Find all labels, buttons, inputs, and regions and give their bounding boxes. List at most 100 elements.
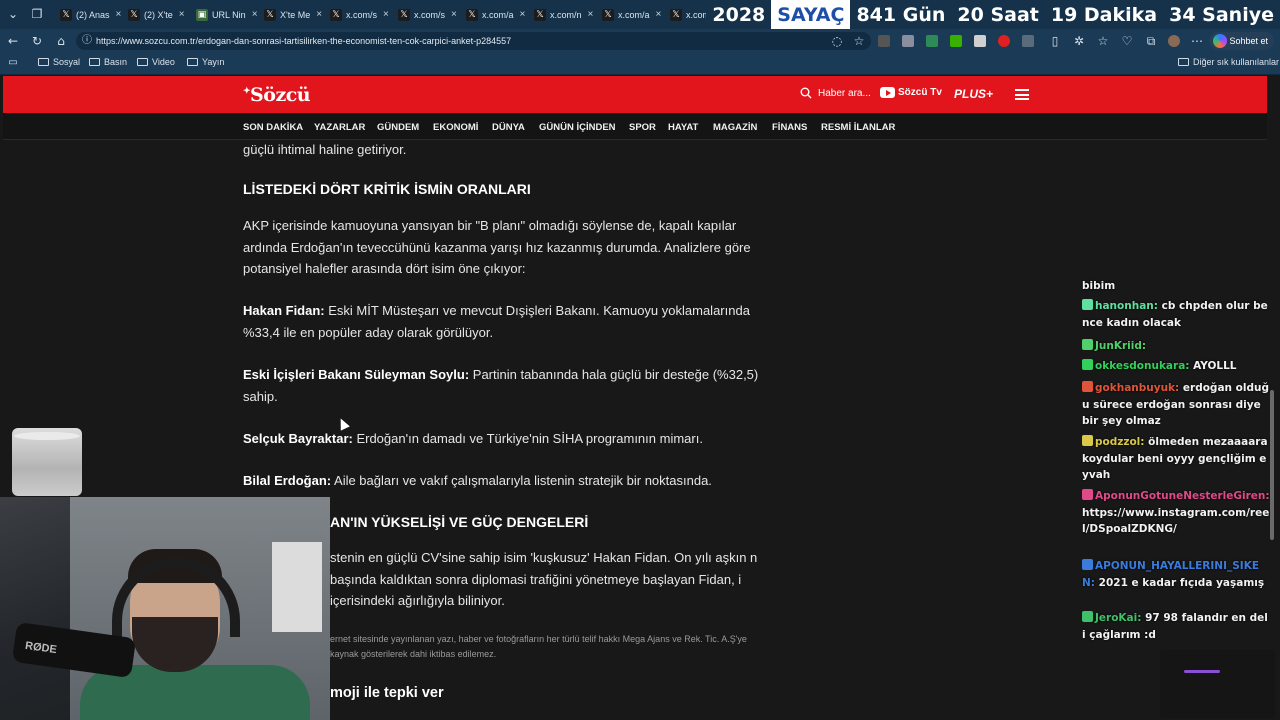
close-tab-icon[interactable]: × bbox=[316, 9, 322, 20]
nav-item[interactable]: DÜNYA bbox=[492, 122, 525, 133]
home-icon[interactable]: ⌂ bbox=[54, 34, 68, 48]
chat-username[interactable]: JeroKai: bbox=[1095, 612, 1141, 624]
chat-username[interactable]: AponunGotuneNesterleGiren: bbox=[1095, 490, 1270, 502]
user-badge-icon bbox=[1082, 381, 1093, 392]
nav-item[interactable]: GÜNÜN İÇİNDEN bbox=[539, 122, 616, 133]
bookmark-folder-sosyal[interactable]: Sosyal bbox=[38, 57, 80, 67]
browser-tab[interactable]: 𝕏 X'te Me × bbox=[260, 4, 326, 25]
chat-username[interactable]: JunKriid: bbox=[1095, 340, 1146, 352]
nav-item[interactable]: SON DAKİKA bbox=[243, 122, 303, 133]
search-icon[interactable] bbox=[800, 87, 812, 99]
close-tab-icon[interactable]: × bbox=[252, 9, 258, 20]
plus-link[interactable]: PLUS+ bbox=[954, 87, 993, 101]
chat-message: podzzol: ölmeden mezaaaara koydular beni… bbox=[1082, 434, 1270, 484]
browser-tab[interactable]: 𝕏x.com/n × bbox=[530, 4, 597, 25]
browser-tab[interactable]: 𝕏x.com/a × bbox=[462, 4, 529, 25]
chat-username[interactable]: hanonhan: bbox=[1095, 300, 1158, 312]
bookmark-folder-basin[interactable]: Basın bbox=[89, 57, 127, 67]
browser-tab[interactable]: 𝕏 (2) Anas × bbox=[56, 4, 125, 25]
browser-tab[interactable]: 𝕏x.com/a × bbox=[598, 4, 665, 25]
bookmark-folder-yayin[interactable]: Yayın bbox=[187, 57, 224, 67]
nav-item[interactable]: MAGAZİN bbox=[713, 122, 757, 133]
extension-icon[interactable] bbox=[950, 35, 962, 47]
nav-item[interactable]: SPOR bbox=[629, 122, 656, 133]
favorites-icon[interactable]: ☆ bbox=[1096, 34, 1110, 48]
nav-item[interactable]: YAZARLAR bbox=[314, 122, 365, 133]
chat-text: 2021 e kadar fıçıda yaşamış bbox=[1095, 576, 1265, 589]
workspaces-icon[interactable]: ❐ bbox=[30, 7, 44, 21]
x-icon: 𝕏 bbox=[128, 8, 140, 21]
reader-icon[interactable]: ◌ bbox=[830, 34, 844, 48]
tab-label: x.com/s bbox=[346, 9, 378, 20]
drinking-glass bbox=[12, 428, 82, 496]
chat-message: JunKriid: bbox=[1082, 338, 1270, 355]
chat-username[interactable]: gokhanbuyuk: bbox=[1095, 382, 1179, 394]
nav-item[interactable]: HAYAT bbox=[668, 122, 698, 133]
url-input[interactable]: https://www.sozcu.com.tr/erdogan-dan-son… bbox=[76, 32, 871, 50]
browser-tab[interactable]: 𝕏x.com/s × bbox=[326, 4, 393, 25]
close-tab-icon[interactable]: × bbox=[588, 9, 594, 20]
x-icon: 𝕏 bbox=[670, 8, 682, 21]
back-icon[interactable]: ← bbox=[6, 34, 20, 48]
extension-icon[interactable] bbox=[926, 35, 938, 47]
close-tab-icon[interactable]: × bbox=[451, 9, 457, 20]
other-bookmarks[interactable]: Diğer sık kullanılanlar bbox=[1178, 57, 1279, 67]
close-tab-icon[interactable]: × bbox=[656, 9, 662, 20]
browser-tab[interactable]: 𝕏 (2) X'te × bbox=[124, 4, 189, 25]
search-input[interactable]: Haber ara... bbox=[818, 88, 871, 99]
countdown-counter: 2028 SAYAÇ 841 Gün 20 Saat 19 Dakika 34 … bbox=[706, 0, 1280, 29]
site-info-icon[interactable]: ⓘ bbox=[80, 34, 94, 48]
browser-tab[interactable]: ▣ URL Nin × bbox=[192, 4, 262, 25]
user-badge-icon bbox=[1082, 299, 1093, 310]
browser-tab[interactable]: 𝕏x.com/s × bbox=[394, 4, 461, 25]
user-badge-icon bbox=[1082, 611, 1093, 622]
more-menu-icon[interactable]: ⋯ bbox=[1190, 34, 1204, 48]
refresh-icon[interactable]: ↻ bbox=[30, 34, 44, 48]
folder-icon bbox=[38, 58, 49, 66]
nav-item[interactable]: FİNANS bbox=[772, 122, 807, 133]
section-heading: AN'IN YÜKSELİŞİ VE GÜÇ DENGELERİ bbox=[330, 514, 589, 530]
close-tab-icon[interactable]: × bbox=[520, 9, 526, 20]
extension-icon[interactable] bbox=[1022, 35, 1034, 47]
extension-icon[interactable] bbox=[974, 35, 986, 47]
url-icon: ▣ bbox=[196, 8, 208, 21]
collections-icon[interactable]: ⧉ bbox=[1144, 34, 1158, 48]
performance-icon[interactable]: ♡ bbox=[1120, 34, 1134, 48]
sozcu-tv-link[interactable]: Sözcü Tv bbox=[880, 87, 942, 98]
chat-button-label: Sohbet et bbox=[1229, 36, 1268, 46]
tab-label: x.com/n bbox=[550, 9, 582, 20]
site-logo[interactable]: ✦Sözcü bbox=[243, 84, 311, 106]
bookmark-label: Video bbox=[152, 57, 175, 67]
close-tab-icon[interactable]: × bbox=[116, 9, 122, 20]
counter-seconds: 34 Saniye bbox=[1163, 0, 1280, 29]
nav-item[interactable]: RESMİ İLANLAR bbox=[821, 122, 895, 133]
split-screen-icon[interactable]: ▯ bbox=[1048, 34, 1062, 48]
bookmarks-menu-icon[interactable]: ▭ bbox=[6, 56, 20, 70]
nav-item[interactable]: EKONOMİ bbox=[433, 122, 478, 133]
chat-username[interactable]: podzzol: bbox=[1095, 436, 1144, 448]
extension-icon[interactable] bbox=[998, 35, 1010, 47]
close-tab-icon[interactable]: × bbox=[179, 9, 185, 20]
x-icon: 𝕏 bbox=[602, 8, 614, 21]
tab-label: (2) Anas bbox=[76, 9, 110, 20]
extension-icon[interactable] bbox=[878, 35, 890, 47]
copilot-chat-button[interactable]: Sohbet et bbox=[1209, 32, 1274, 50]
tab-list-icon[interactable]: ⌄ bbox=[6, 7, 20, 21]
candidate-name: Bilal Erdoğan: bbox=[243, 473, 332, 488]
streamer-webcam: RØDE bbox=[0, 497, 330, 720]
chat-message: okkesdonukara: AYOLLL bbox=[1082, 358, 1270, 375]
chat-text: AYOLLL bbox=[1189, 360, 1237, 372]
profile-avatar[interactable] bbox=[1168, 35, 1180, 47]
hamburger-menu-icon[interactable] bbox=[1015, 89, 1029, 100]
tab-label: (2) X'te bbox=[144, 9, 173, 20]
extensions-icon[interactable]: ✲ bbox=[1072, 34, 1086, 48]
close-tab-icon[interactable]: × bbox=[383, 9, 389, 20]
extension-icon[interactable] bbox=[902, 35, 914, 47]
bookmark-label: Basın bbox=[104, 57, 128, 67]
favorite-star-icon[interactable]: ☆ bbox=[852, 34, 866, 48]
bookmark-label: Sosyal bbox=[53, 57, 81, 67]
chat-scrollbar[interactable] bbox=[1270, 390, 1274, 540]
nav-item[interactable]: GÜNDEM bbox=[377, 122, 419, 133]
bookmark-folder-video[interactable]: Video bbox=[137, 57, 175, 67]
chat-username[interactable]: okkesdonukara: bbox=[1095, 360, 1189, 372]
